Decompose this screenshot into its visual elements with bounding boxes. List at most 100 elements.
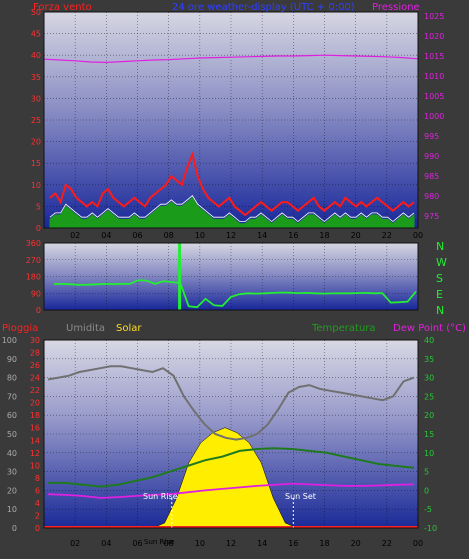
- direction-label-s: S: [436, 272, 443, 285]
- dewpoint-axis-title: Dew Point (°C): [393, 323, 466, 334]
- rain-axis-tick: 2: [35, 511, 40, 520]
- pressure-axis-tick: 1000: [424, 112, 444, 121]
- time-axis-tick: 18: [319, 231, 329, 240]
- direction-label-e: E: [436, 288, 443, 301]
- rain-axis-tick: 0: [35, 524, 40, 533]
- time-axis-tick-bottom: 04: [101, 539, 111, 548]
- time-axis-tick-bottom: 22: [382, 539, 392, 548]
- temperature-axis-tick: 20: [424, 411, 434, 420]
- direction-label-w: W: [436, 256, 447, 269]
- pressure-axis-tick: 995: [424, 132, 439, 141]
- sunrise-annotation: Sun Rise: [143, 492, 178, 501]
- humidity-axis-tick: 20: [7, 486, 17, 495]
- humidity-axis-tick: 10: [7, 505, 17, 514]
- rain-axis-tick: 22: [30, 386, 40, 395]
- wind-axis-tick: 25: [31, 116, 41, 125]
- time-axis-tick-bottom: 18: [319, 539, 329, 548]
- rain-axis-tick: 30: [30, 336, 40, 345]
- humidity-axis-tick: 30: [7, 468, 17, 477]
- humidity-axis-tick: 80: [7, 374, 17, 383]
- rain-axis-tick: 10: [30, 461, 40, 470]
- humidity-axis-tick: 50: [7, 430, 17, 439]
- time-axis-tick-bottom: 06: [132, 539, 142, 548]
- pressure-axis-tick: 1025: [424, 12, 444, 21]
- humidity-axis-tick: 70: [7, 392, 17, 401]
- direction-label-n-top: N: [436, 240, 444, 253]
- rain-axis-tick: 26: [30, 361, 40, 370]
- wind-axis-tick: 30: [31, 94, 41, 103]
- pressure-axis-title: Pressione: [372, 2, 420, 13]
- time-axis-tick: 10: [195, 231, 205, 240]
- humidity-axis-tick: 40: [7, 449, 17, 458]
- pressure-axis-tick: 1015: [424, 52, 444, 61]
- wind-axis-tick: 0: [36, 224, 41, 233]
- time-axis-tick: 12: [226, 231, 236, 240]
- pressure-axis-tick: 1020: [424, 32, 444, 41]
- temperature-axis-tick: 0: [424, 486, 429, 495]
- temperature-axis-tick: -10: [424, 524, 437, 533]
- temperature-axis-title: Temperatura: [311, 323, 376, 334]
- weather-display-graph: 0 5 10 15 20 25 30 35 40 45 50 975 980 985 990 995 1000 1…: [0, 0, 469, 555]
- humidity-axis-tick: 60: [7, 411, 17, 420]
- temperature-axis-tick: 5: [424, 468, 429, 477]
- humidity-axis-title: Umidita: [66, 323, 105, 334]
- rain-axis-tick: 18: [30, 411, 40, 420]
- temperature-axis-tick: 15: [424, 430, 434, 439]
- pressure-axis-tick: 985: [424, 172, 439, 181]
- weather-chart-canvas: 0510152025303540455097598098599099510001…: [2, 2, 466, 548]
- time-axis-tick-bottom: 10: [195, 539, 205, 548]
- time-axis-tick: 22: [382, 231, 392, 240]
- rain-axis-tick: 8: [35, 474, 40, 483]
- humidity-axis-tick: 0: [12, 524, 17, 533]
- direction-label-n-bottom: N: [436, 304, 444, 317]
- wind-axis-tick: 45: [31, 30, 41, 39]
- time-axis-tick: 08: [164, 231, 174, 240]
- rain-axis-title: Pioggia: [2, 323, 38, 334]
- time-axis-tick: 04: [101, 231, 111, 240]
- temperature-axis-tick: 40: [424, 336, 434, 345]
- rain-axis-tick: 14: [30, 436, 40, 445]
- rain-axis-tick: 20: [30, 399, 40, 408]
- humidity-axis-tick: 90: [7, 355, 17, 364]
- time-axis-tick: 02: [70, 231, 80, 240]
- time-axis-tick-bottom: 12: [226, 539, 236, 548]
- humidity-axis-tick: 100: [2, 336, 17, 345]
- time-axis-tick: 16: [288, 231, 298, 240]
- wind-axis-tick: 40: [31, 51, 41, 60]
- wind-axis-tick: 35: [31, 73, 41, 82]
- temperature-axis-tick: 35: [424, 355, 434, 364]
- time-axis-tick-bottom: 00: [413, 539, 423, 548]
- wind-axis-tick: 15: [31, 159, 41, 168]
- direction-axis-tick: 360: [26, 239, 41, 248]
- temperature-axis-tick: 30: [424, 374, 434, 383]
- pressure-axis-tick: 1010: [424, 72, 444, 81]
- solar-axis-title: Solar: [116, 323, 142, 334]
- time-axis-tick-bottom: 02: [70, 539, 80, 548]
- time-axis-tick: 06: [132, 231, 142, 240]
- time-axis-tick-bottom: 14: [257, 539, 267, 548]
- time-axis-tick: 00: [413, 231, 423, 240]
- pressure-axis-tick: 1005: [424, 92, 444, 101]
- temperature-axis-tick: -5: [424, 505, 432, 514]
- time-axis-tick: 20: [351, 231, 361, 240]
- direction-axis-tick: 180: [26, 273, 41, 282]
- temperature-axis-tick: 10: [424, 449, 434, 458]
- chart-subtitle: 24 ore weather-display (UTC + 0:00): [172, 2, 355, 13]
- temperature-axis-tick: 25: [424, 392, 434, 401]
- sunset-annotation: Sun Set: [285, 492, 316, 501]
- rain-axis-tick: 4: [35, 499, 40, 508]
- wind-axis-tick: 20: [31, 138, 41, 147]
- rain-axis-tick: 6: [35, 486, 40, 495]
- pressure-axis-tick: 980: [424, 192, 439, 201]
- pressure-axis-tick: 975: [424, 212, 439, 221]
- direction-axis-tick: 0: [36, 306, 41, 315]
- direction-axis-tick: 90: [31, 289, 41, 298]
- rain-axis-tick: 28: [30, 349, 40, 358]
- rain-axis-tick: 24: [30, 374, 40, 383]
- direction-axis-tick: 270: [26, 256, 41, 265]
- time-axis-tick: 14: [257, 231, 267, 240]
- wind-axis-tick: 10: [31, 181, 41, 190]
- pressure-axis-tick: 990: [424, 152, 439, 161]
- wind-axis-tick: 5: [36, 202, 41, 211]
- sunrise-x-annotation: Sun Rise: [144, 538, 174, 546]
